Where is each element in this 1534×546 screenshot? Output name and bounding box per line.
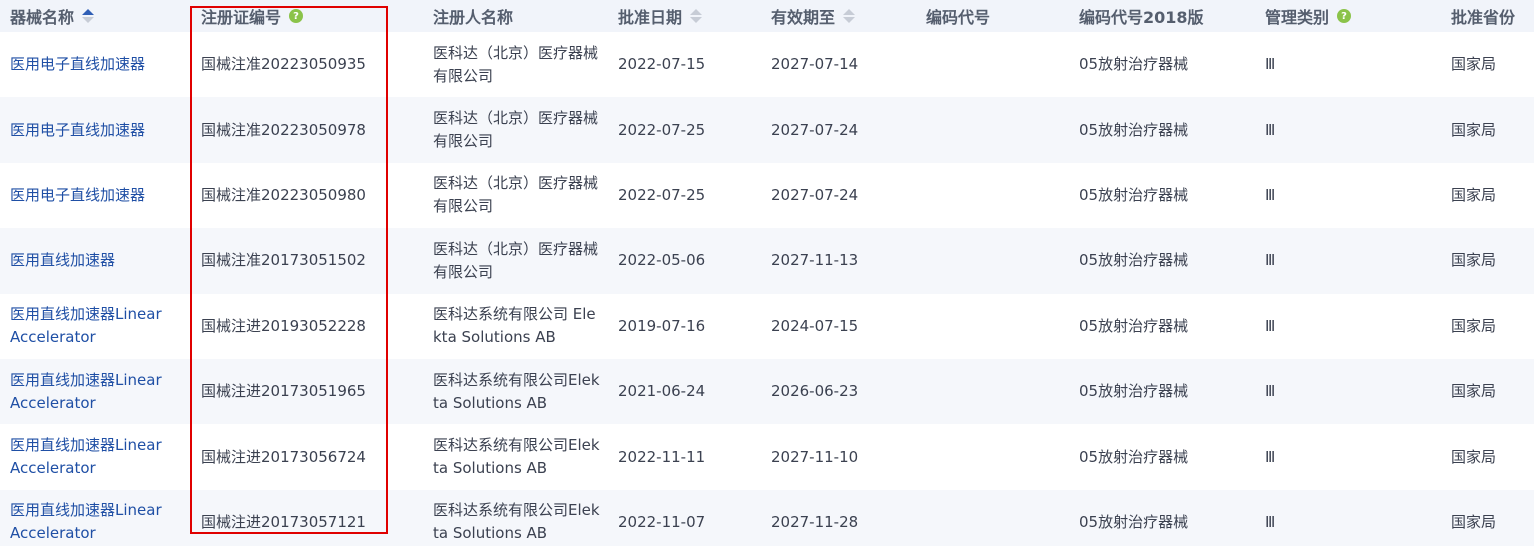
header-name[interactable]: 器械名称 <box>10 0 190 32</box>
cell-reg-no: 国械注准20223050978 <box>201 120 366 139</box>
table-row[interactable]: 医用直线加速器Linear Accelerator 国械注进20173051965… <box>0 359 1534 425</box>
cell-name[interactable]: 医用直线加速器Linear Accelerator <box>10 424 190 489</box>
cell-code-2018: 05放射治疗器械 <box>1079 120 1189 139</box>
cell-approval-date: 2021-06-24 <box>618 382 706 401</box>
cell-province: 国家局 <box>1451 382 1497 401</box>
header-valid-until[interactable]: 有效期至 <box>771 0 911 32</box>
table-row[interactable]: 医用直线加速器Linear Accelerator 国械注进20173056724… <box>0 424 1534 490</box>
cell-mgmt-class: Ⅲ <box>1265 382 1276 401</box>
cell-code-2018: 05放射治疗器械 <box>1079 447 1189 466</box>
header-reg-no: 注册证编号 ? <box>201 0 401 32</box>
cell-code-2018: 05放射治疗器械 <box>1079 55 1189 74</box>
help-icon[interactable]: ? <box>289 9 304 23</box>
table-row[interactable]: 医用直线加速器 国械注准20173051502 医科达（北京）医疗器械有限公司 202… <box>0 228 1534 294</box>
cell-approval-date: 2022-05-06 <box>618 251 706 270</box>
cell-holder: 医科达系统有限公司 Elekta Solutions AB <box>433 305 596 347</box>
cell-province: 国家局 <box>1451 447 1497 466</box>
table-header: 器械名称 注册证编号 ? 注册人名称 批准日期 有效期至 编码代号 编码代号20… <box>0 0 1534 32</box>
cell-mgmt-class: Ⅲ <box>1265 251 1276 270</box>
cell-code-2018: 05放射治疗器械 <box>1079 512 1189 531</box>
cell-name[interactable]: 医用直线加速器Linear Accelerator <box>10 359 190 424</box>
cell-province: 国家局 <box>1451 120 1497 139</box>
cell-code <box>926 228 1066 293</box>
cell-reg-no: 国械注准20223050935 <box>201 55 366 74</box>
cell-valid-until: 2027-07-14 <box>771 55 859 74</box>
cell-valid-until: 2024-07-15 <box>771 316 859 335</box>
cell-reg-no: 国械注进20173057121 <box>201 512 366 531</box>
cell-valid-until: 2027-11-13 <box>771 251 859 270</box>
cell-name[interactable]: 医用电子直线加速器 <box>10 97 190 162</box>
cell-code <box>926 359 1066 424</box>
cell-code-2018: 05放射治疗器械 <box>1079 251 1189 270</box>
cell-code <box>926 163 1066 228</box>
cell-holder: 医科达系统有限公司Elekta Solutions AB <box>433 370 600 412</box>
cell-name[interactable]: 医用电子直线加速器 <box>10 163 190 228</box>
cell-holder: 医科达（北京）医疗器械有限公司 <box>433 43 599 85</box>
cell-name[interactable]: 医用电子直线加速器 <box>10 32 190 97</box>
cell-mgmt-class: Ⅲ <box>1265 512 1276 531</box>
cell-province: 国家局 <box>1451 316 1497 335</box>
cell-province: 国家局 <box>1451 55 1497 74</box>
cell-reg-no: 国械注进20193052228 <box>201 316 366 335</box>
header-province: 批准省份 <box>1451 8 1516 27</box>
header-approval-date[interactable]: 批准日期 <box>618 0 758 32</box>
header-code: 编码代号 <box>926 8 991 27</box>
cell-code-2018: 05放射治疗器械 <box>1079 382 1189 401</box>
sort-icon[interactable] <box>843 9 856 23</box>
cell-mgmt-class: Ⅲ <box>1265 316 1276 335</box>
cell-code <box>926 97 1066 162</box>
cell-province: 国家局 <box>1451 185 1497 204</box>
cell-code <box>926 490 1066 546</box>
cell-reg-no: 国械注进20173056724 <box>201 447 366 466</box>
cell-province: 国家局 <box>1451 512 1497 531</box>
header-code-2018: 编码代号2018版 <box>1079 8 1204 27</box>
cell-code <box>926 424 1066 489</box>
cell-code <box>926 32 1066 97</box>
help-icon[interactable]: ? <box>1337 9 1352 23</box>
cell-approval-date: 2022-07-25 <box>618 120 706 139</box>
cell-reg-no: 国械注准20173051502 <box>201 251 366 270</box>
cell-holder: 医科达系统有限公司Elekta Solutions AB <box>433 501 600 543</box>
cell-approval-date: 2022-11-07 <box>618 512 706 531</box>
table-row[interactable]: 医用直线加速器Linear Accelerator 国械注进20193052228… <box>0 293 1534 359</box>
header-holder: 注册人名称 <box>433 8 514 27</box>
cell-code-2018: 05放射治疗器械 <box>1079 185 1189 204</box>
table-row[interactable]: 医用直线加速器Linear Accelerator 国械注进20173057121… <box>0 489 1534 546</box>
cell-reg-no: 国械注准20223050980 <box>201 185 366 204</box>
cell-valid-until: 2026-06-23 <box>771 382 859 401</box>
table-row[interactable]: 医用电子直线加速器 国械注准20223050978 医科达（北京）医疗器械有限公司 2… <box>0 97 1534 163</box>
header-mgmt-class: 管理类别 ? <box>1265 0 1415 32</box>
sort-icon[interactable] <box>82 9 95 23</box>
cell-approval-date: 2019-07-16 <box>618 316 706 335</box>
cell-mgmt-class: Ⅲ <box>1265 120 1276 139</box>
cell-approval-date: 2022-07-25 <box>618 185 706 204</box>
cell-valid-until: 2027-07-24 <box>771 185 859 204</box>
cell-holder: 医科达（北京）医疗器械有限公司 <box>433 174 599 216</box>
cell-valid-until: 2027-11-10 <box>771 447 859 466</box>
cell-reg-no: 国械注进20173051965 <box>201 382 366 401</box>
cell-approval-date: 2022-11-11 <box>618 447 706 466</box>
cell-mgmt-class: Ⅲ <box>1265 447 1276 466</box>
cell-mgmt-class: Ⅲ <box>1265 185 1276 204</box>
cell-name[interactable]: 医用直线加速器Linear Accelerator <box>10 490 190 546</box>
cell-mgmt-class: Ⅲ <box>1265 55 1276 74</box>
sort-icon[interactable] <box>690 9 703 23</box>
table-row[interactable]: 医用电子直线加速器 国械注准20223050980 医科达（北京）医疗器械有限公司 2… <box>0 162 1534 229</box>
cell-valid-until: 2027-07-24 <box>771 120 859 139</box>
table-row[interactable]: 医用电子直线加速器 国械注准20223050935 医科达（北京）医疗器械有限公司 2… <box>0 32 1534 98</box>
cell-name[interactable]: 医用直线加速器Linear Accelerator <box>10 294 190 359</box>
cell-name[interactable]: 医用直线加速器 <box>10 228 190 293</box>
cell-province: 国家局 <box>1451 251 1497 270</box>
cell-holder: 医科达（北京）医疗器械有限公司 <box>433 239 599 281</box>
cell-valid-until: 2027-11-28 <box>771 512 859 531</box>
cell-holder: 医科达（北京）医疗器械有限公司 <box>433 109 599 151</box>
cell-code-2018: 05放射治疗器械 <box>1079 316 1189 335</box>
cell-code <box>926 294 1066 359</box>
cell-holder: 医科达系统有限公司Elekta Solutions AB <box>433 436 600 478</box>
cell-approval-date: 2022-07-15 <box>618 55 706 74</box>
